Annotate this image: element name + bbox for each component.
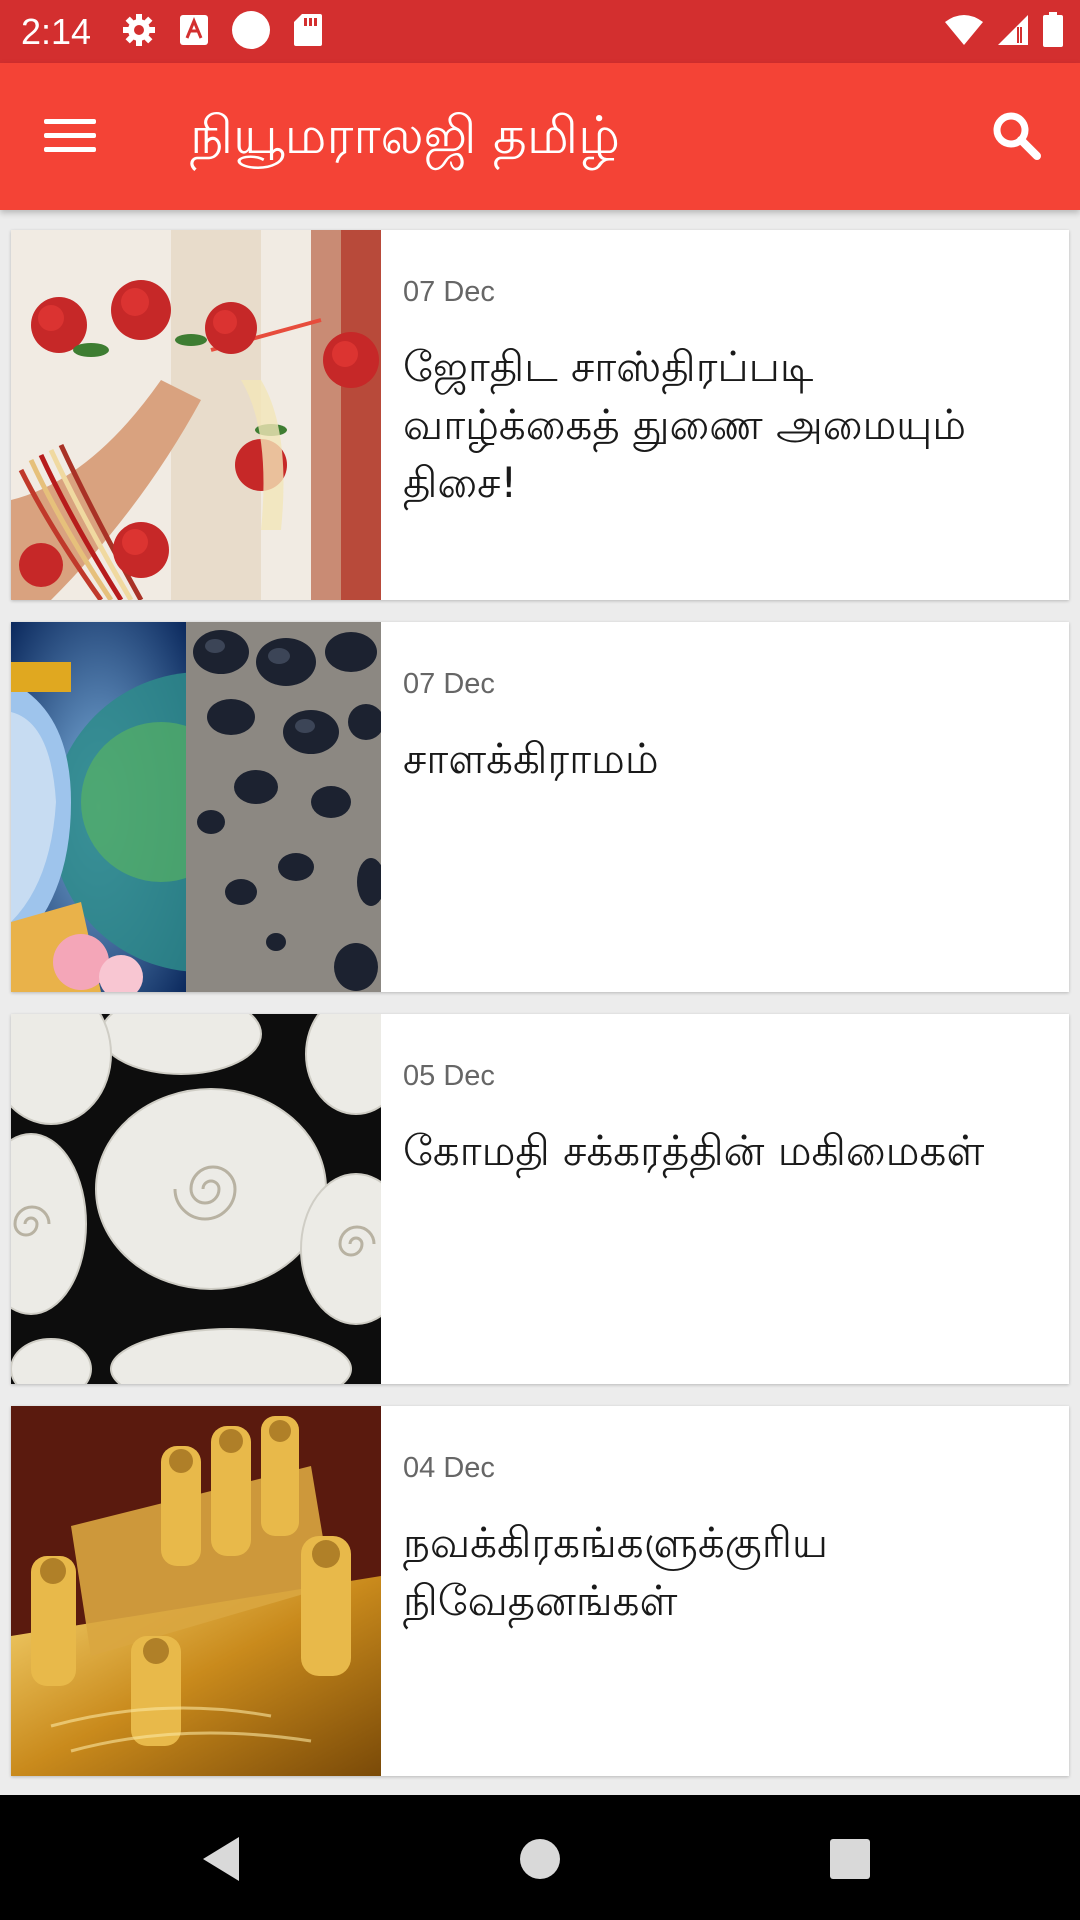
article-title[interactable]: நவக்கிரகங்களுக்குரிய நிவேதனங்கள்	[403, 1514, 1043, 1630]
signal-icon	[996, 13, 1030, 51]
article-date: 07 Dec	[403, 668, 495, 700]
article-list: 07 Dec ஜோதிட சாஸ்திரப்படி வாழ்க்கைத் துண…	[0, 210, 1080, 1795]
article-date: 04 Dec	[403, 1452, 495, 1484]
article-date: 07 Dec	[403, 276, 495, 308]
article-title[interactable]: சாளக்கிராமம்	[403, 730, 1043, 788]
search-icon[interactable]	[990, 109, 1042, 161]
status-time: 2:14	[21, 10, 92, 52]
recents-icon[interactable]	[822, 1831, 878, 1887]
article-card[interactable]: 07 Dec சாளக்கிராமம்	[11, 622, 1069, 992]
circle-notification-icon	[231, 10, 271, 54]
app-title: நியூமராலஜி தமிழ்	[190, 106, 620, 166]
home-icon[interactable]	[512, 1831, 568, 1887]
article-title[interactable]: கோமதி சக்கரத்தின் மகிமைகள்	[403, 1122, 1043, 1180]
article-date: 05 Dec	[403, 1060, 495, 1092]
settings-icon	[121, 12, 157, 52]
app-notification-icon	[179, 14, 209, 50]
article-thumbnail-navagraha-idols	[11, 1406, 381, 1776]
wifi-icon	[944, 14, 984, 50]
battery-icon	[1042, 11, 1064, 52]
article-thumbnail-wedding-garland	[11, 230, 381, 600]
article-thumbnail-saligrama	[11, 622, 381, 992]
status-bar: 2:14	[0, 0, 1080, 63]
article-card[interactable]: 07 Dec ஜோதிட சாஸ்திரப்படி வாழ்க்கைத் துண…	[11, 230, 1069, 600]
sd-card-icon	[293, 13, 323, 51]
app-bar: நியூமராலஜி தமிழ்	[0, 63, 1080, 210]
article-card[interactable]: 05 Dec கோமதி சக்கரத்தின் மகிமைகள்	[11, 1014, 1069, 1384]
navigation-bar	[0, 1795, 1080, 1920]
back-icon[interactable]	[195, 1831, 251, 1887]
hamburger-menu-icon[interactable]	[44, 113, 98, 161]
article-thumbnail-gomati-chakra	[11, 1014, 381, 1384]
article-title[interactable]: ஜோதிட சாஸ்திரப்படி வாழ்க்கைத் துணை அமையு…	[403, 338, 1043, 512]
article-card[interactable]: 04 Dec நவக்கிரகங்களுக்குரிய நிவேதனங்கள்	[11, 1406, 1069, 1776]
